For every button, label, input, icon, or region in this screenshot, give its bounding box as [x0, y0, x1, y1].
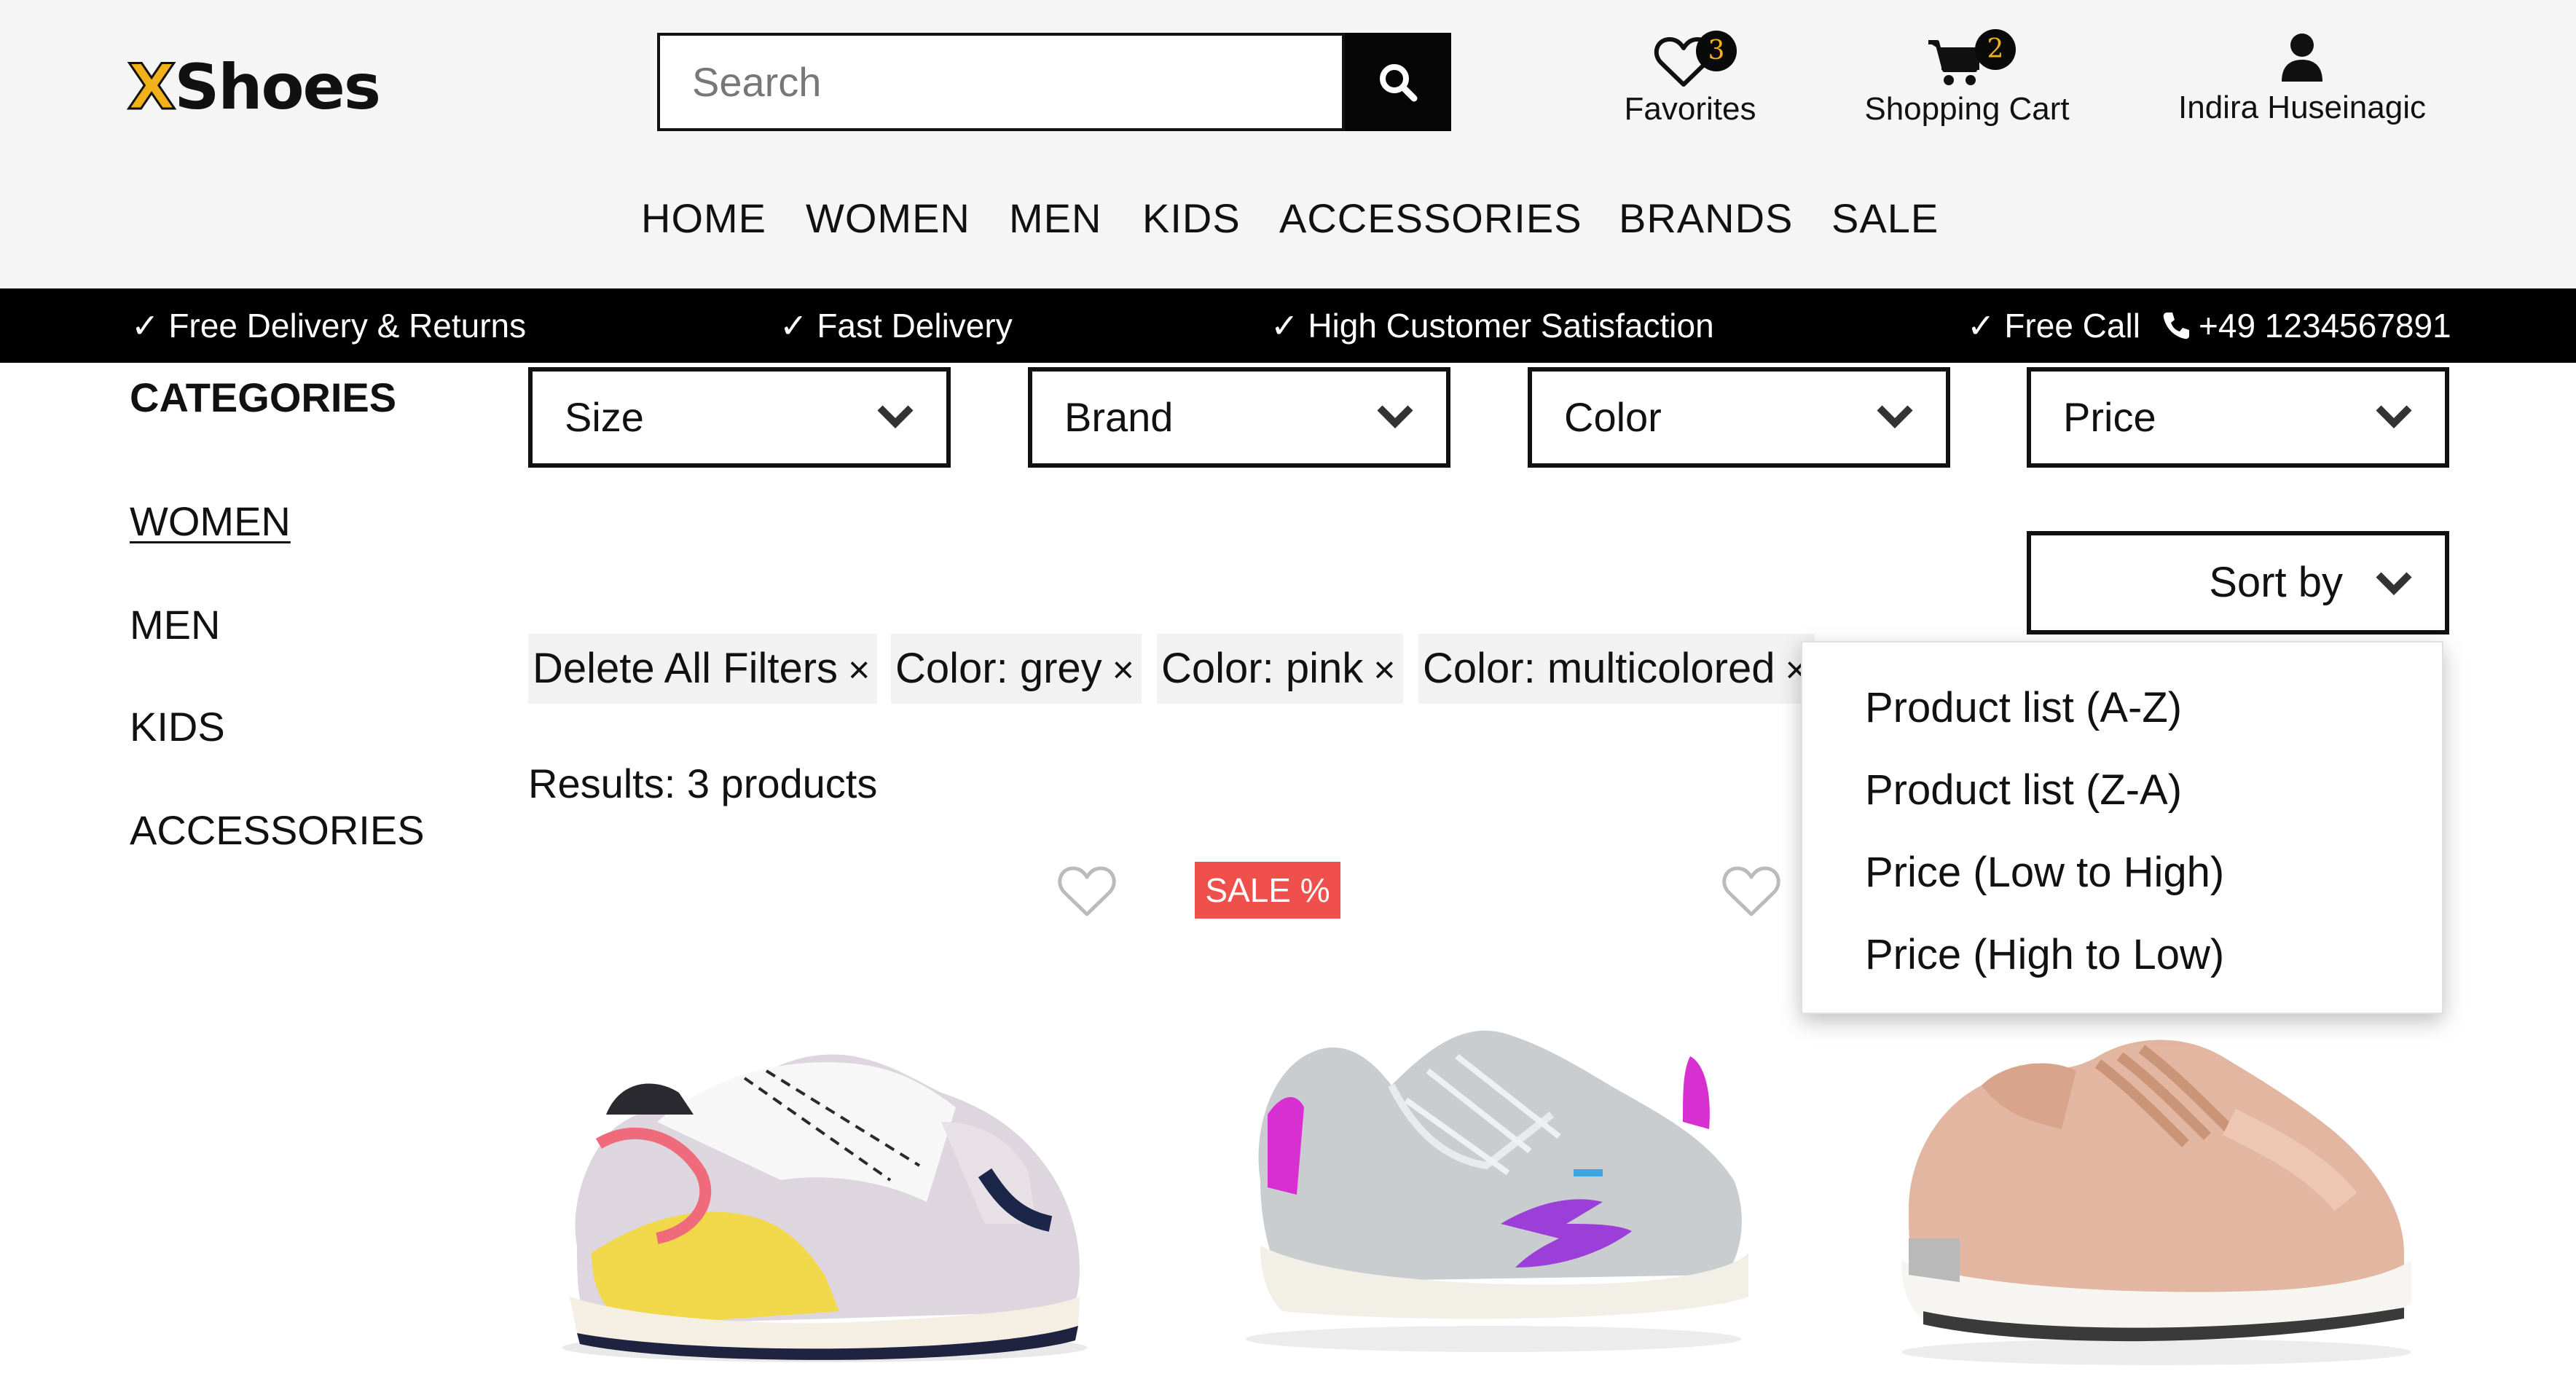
- cart-count-badge: 2: [1975, 29, 2016, 70]
- category-men[interactable]: MEN: [130, 599, 220, 651]
- categories-title: CATEGORIES: [130, 374, 397, 420]
- chevron-down-icon: [2376, 405, 2412, 429]
- nav-women[interactable]: WOMEN: [806, 191, 970, 246]
- main-nav: HOME WOMEN MEN KIDS ACCESSORIES BRANDS S…: [0, 191, 2576, 246]
- chevron-down-icon: [877, 405, 914, 429]
- sort-by-select[interactable]: Sort by: [2027, 531, 2449, 634]
- banner-fast-delivery: ✓ Fast Delivery: [780, 307, 1013, 345]
- filter-size-label: Size: [565, 394, 644, 440]
- product-image-multicolor-sneaker[interactable]: [548, 1034, 1102, 1370]
- category-accessories[interactable]: ACCESSORIES: [130, 804, 425, 857]
- chip-delete-all-filters[interactable]: Delete All Filters ×: [528, 634, 878, 704]
- sort-dropdown-menu: Product list (A-Z) Product list (Z-A) Pr…: [1801, 641, 2443, 1014]
- nav-kids[interactable]: KIDS: [1142, 191, 1241, 246]
- chip-label: Delete All Filters: [533, 645, 839, 692]
- chevron-down-icon: [1377, 405, 1413, 429]
- category-kids[interactable]: KIDS: [130, 701, 225, 753]
- chip-color-grey[interactable]: Color: grey ×: [891, 634, 1142, 704]
- search-input[interactable]: [660, 36, 1345, 128]
- banner-free-delivery: ✓ Free Delivery & Returns: [131, 307, 527, 345]
- chip-color-pink[interactable]: Color: pink ×: [1157, 634, 1403, 704]
- phone-icon: [2163, 313, 2189, 339]
- favorites-label: Favorites: [1624, 91, 1756, 127]
- search-icon: [1380, 63, 1418, 101]
- product-image-grey-sneaker[interactable]: [1224, 1005, 1763, 1355]
- sort-option-a-z[interactable]: Product list (A-Z): [1865, 680, 2182, 736]
- product-image-pink-sneaker[interactable]: [1880, 1020, 2433, 1370]
- filter-color[interactable]: Color: [1528, 367, 1950, 468]
- category-women[interactable]: WOMEN: [130, 495, 291, 548]
- close-icon[interactable]: ×: [1373, 649, 1395, 691]
- chevron-down-icon: [2376, 572, 2412, 596]
- nav-brands[interactable]: BRANDS: [1619, 191, 1793, 246]
- filter-brand-label: Brand: [1064, 394, 1174, 440]
- search-button[interactable]: [1345, 33, 1451, 131]
- filter-price[interactable]: Price: [2027, 367, 2449, 468]
- favorite-heart-icon[interactable]: [1056, 863, 1118, 919]
- site-logo[interactable]: XShoes: [126, 50, 381, 125]
- nav-sale[interactable]: SALE: [1831, 191, 1939, 246]
- chip-label: Color: grey: [895, 645, 1102, 692]
- banner-phone[interactable]: +49 1234567891: [2199, 288, 2451, 363]
- user-icon: [2282, 34, 2322, 82]
- favorite-heart-icon[interactable]: [1721, 863, 1782, 919]
- close-icon[interactable]: ×: [1112, 649, 1134, 691]
- banner-free-call: ✓ Free Call: [1967, 307, 2140, 345]
- shopping-cart-link[interactable]: 2 Shopping Cart: [1850, 29, 2084, 130]
- user-account-link[interactable]: Indira Huseinagic: [2156, 32, 2448, 128]
- banner-satisfaction: ✓ High Customer Satisfaction: [1271, 307, 1714, 345]
- filter-color-label: Color: [1564, 394, 1662, 440]
- chip-label: Color: multicolored: [1423, 645, 1775, 692]
- chip-label: Color: pink: [1161, 645, 1364, 692]
- nav-home[interactable]: HOME: [641, 191, 766, 246]
- filter-size[interactable]: Size: [528, 367, 951, 468]
- chip-color-multicolored[interactable]: Color: multicolored ×: [1418, 634, 1815, 704]
- favorites-count-badge: 3: [1696, 31, 1737, 71]
- benefits-banner: ✓ Free Delivery & Returns ✓ Fast Deliver…: [0, 288, 2576, 363]
- logo-text: Shoes: [174, 51, 381, 124]
- filter-brand[interactable]: Brand: [1028, 367, 1450, 468]
- logo-x: X: [126, 50, 176, 125]
- site-header: XShoes 3 Favorites 2 Shop: [0, 0, 2576, 288]
- user-name: Indira Huseinagic: [2178, 90, 2426, 125]
- nav-accessories[interactable]: ACCESSORIES: [1279, 191, 1582, 246]
- sale-badge: SALE %: [1195, 862, 1340, 919]
- sort-option-price-low-high[interactable]: Price (Low to High): [1865, 845, 2224, 900]
- cart-label: Shopping Cart: [1864, 91, 2070, 127]
- favorites-link[interactable]: 3 Favorites: [1610, 31, 1770, 130]
- filter-price-label: Price: [2063, 394, 2156, 440]
- close-icon[interactable]: ×: [848, 649, 870, 691]
- sort-option-z-a[interactable]: Product list (Z-A): [1865, 763, 2182, 818]
- chevron-down-icon: [1877, 405, 1913, 429]
- sort-option-price-high-low[interactable]: Price (High to Low): [1865, 927, 2224, 983]
- results-count: Results: 3 products: [528, 761, 878, 806]
- search-field: [657, 33, 1345, 131]
- sort-by-label: Sort by: [2209, 559, 2343, 606]
- nav-men[interactable]: MEN: [1009, 191, 1102, 246]
